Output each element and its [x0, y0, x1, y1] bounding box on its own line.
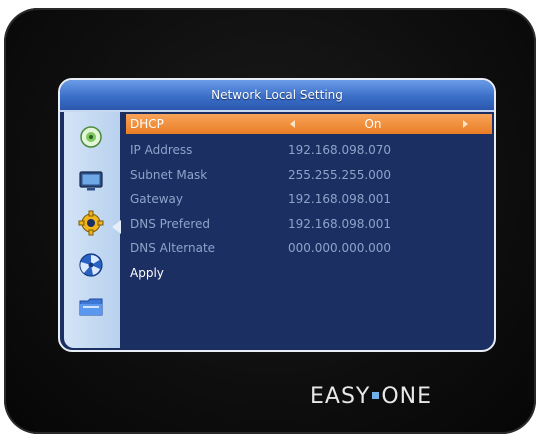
dhcp-row[interactable]: DHCP On	[126, 114, 492, 134]
selection-pointer-icon	[112, 220, 121, 234]
subnet-mask-row[interactable]: Subnet Mask 255.255.255.000	[126, 163, 492, 188]
osd-screen: Network Local Setting DHCP On IP Address…	[58, 78, 496, 352]
arrow-right-icon[interactable]	[463, 120, 468, 128]
satellite-dish-icon[interactable]	[78, 252, 104, 278]
disc-icon[interactable]	[78, 124, 104, 150]
brand-dot-icon	[372, 391, 380, 399]
dns-preferred-value[interactable]: 192.168.098.001	[288, 212, 458, 237]
ip-address-label: IP Address	[130, 143, 193, 157]
arrow-left-icon[interactable]	[290, 120, 295, 128]
folder-icon[interactable]	[78, 294, 104, 320]
gateway-label: Gateway	[130, 192, 184, 206]
dns-alternate-value[interactable]: 000.000.000.000	[288, 236, 458, 261]
dhcp-value-selector[interactable]: On	[288, 114, 468, 134]
apply-button[interactable]: Apply	[126, 261, 492, 286]
dhcp-label: DHCP	[130, 117, 164, 131]
apply-label: Apply	[130, 265, 164, 280]
brand-right-text: ONE	[381, 384, 433, 409]
ip-address-value[interactable]: 192.168.098.070	[288, 138, 458, 163]
monitor-icon[interactable]	[78, 168, 104, 194]
settings-list: DHCP On IP Address 192.168.098.070 Subne…	[126, 114, 492, 285]
subnet-mask-label: Subnet Mask	[130, 167, 208, 182]
ip-address-row[interactable]: IP Address 192.168.098.070	[126, 138, 492, 163]
window-title: Network Local Setting	[60, 80, 494, 112]
dns-preferred-row[interactable]: DNS Prefered 192.168.098.001	[126, 212, 492, 237]
brand-logo: EASY ONE	[310, 384, 432, 409]
brand-left-text: EASY	[310, 384, 371, 409]
dhcp-value: On	[364, 117, 382, 131]
subnet-mask-value[interactable]: 255.255.255.000	[288, 163, 458, 188]
gateway-row[interactable]: Gateway 192.168.098.001	[126, 187, 492, 212]
gateway-value[interactable]: 192.168.098.001	[288, 187, 458, 212]
dns-preferred-label: DNS Prefered	[130, 216, 211, 231]
dns-alternate-row[interactable]: DNS Alternate 000.000.000.000	[126, 236, 492, 261]
dns-alternate-label: DNS Alternate	[130, 241, 216, 255]
gear-icon[interactable]	[78, 210, 104, 236]
